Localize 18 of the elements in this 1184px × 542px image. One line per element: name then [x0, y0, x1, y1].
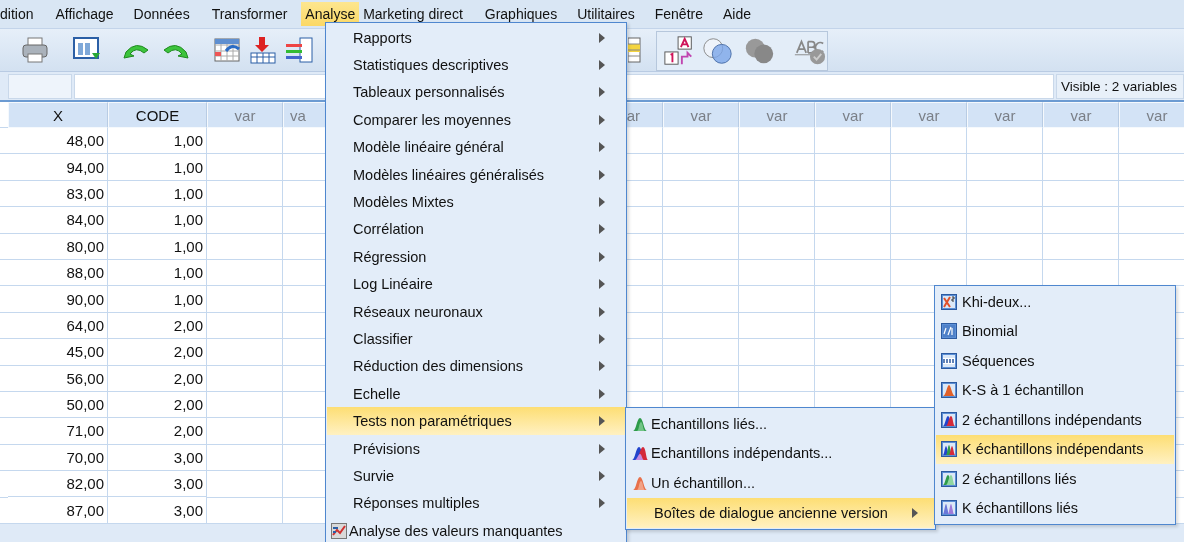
table-cell: 70,00 — [8, 444, 108, 472]
table-cell: 48,00 — [8, 128, 108, 155]
table-cell: 56,00 — [8, 365, 108, 392]
table-cell: 94,00 — [8, 154, 108, 181]
table-cell: 84,00 — [8, 207, 108, 234]
table-cell: 88,00 — [8, 259, 108, 287]
table-cell: 71,00 — [8, 418, 108, 445]
table-cell: 83,00 — [8, 180, 108, 208]
table-cell: 64,00 — [8, 312, 108, 340]
table-cell: 45,00 — [8, 339, 108, 366]
table-cell: 82,00 — [8, 471, 108, 498]
table-cell: 90,00 — [8, 286, 108, 313]
table-cell: 3,00 — [108, 497, 207, 524]
table-cell: 50,00 — [8, 391, 108, 419]
table-cell: 80,00 — [8, 233, 108, 260]
visible-variables-label: Visible : 2 variables — [1056, 74, 1184, 99]
table-cell: 3,00 — [108, 471, 207, 498]
table-cell: 87,00 — [8, 497, 108, 524]
